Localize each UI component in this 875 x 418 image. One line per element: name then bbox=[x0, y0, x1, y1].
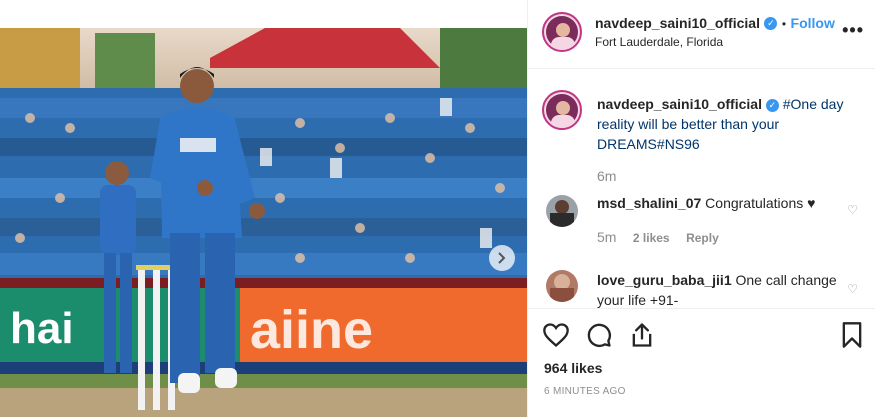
next-image-button[interactable] bbox=[489, 245, 515, 271]
reply-button[interactable]: Reply bbox=[686, 231, 719, 245]
post-side-panel: navdeep_saini10_official ✓ • Follow Fort… bbox=[527, 0, 875, 417]
avatar-image bbox=[546, 94, 578, 128]
comment-2: love_guru_baba_jii1 One call change your… bbox=[597, 270, 837, 308]
avatar-image bbox=[546, 16, 578, 50]
comment-likes[interactable]: 2 likes bbox=[633, 231, 670, 245]
comment-like-heart-icon[interactable]: ♡ bbox=[847, 282, 858, 296]
hashtag-link[interactable]: #NS96 bbox=[657, 136, 700, 152]
comment-text: Congratulations ♥ bbox=[705, 195, 816, 211]
comment-username[interactable]: love_guru_baba_jii1 bbox=[597, 272, 732, 288]
comment-avatar[interactable] bbox=[546, 270, 578, 302]
comment-username[interactable]: msd_shalini_07 bbox=[597, 195, 701, 211]
post-header: navdeep_saini10_official ✓ • Follow Fort… bbox=[528, 0, 875, 69]
heart-icon[interactable] bbox=[542, 321, 570, 349]
post-actions: 964 likes 6 MINUTES AGO bbox=[528, 308, 875, 418]
likes-count[interactable]: 964 likes bbox=[544, 360, 602, 376]
post-timestamp[interactable]: 6 MINUTES AGO bbox=[544, 386, 626, 397]
header-title-row: navdeep_saini10_official ✓ • Follow bbox=[595, 15, 835, 33]
verified-badge-icon: ✓ bbox=[764, 17, 778, 31]
post-photo: hai aiine bbox=[0, 28, 527, 417]
chevron-right-icon bbox=[498, 252, 506, 264]
comment-avatar[interactable] bbox=[546, 195, 578, 227]
verified-badge-icon: ✓ bbox=[765, 98, 779, 112]
comment-1-meta: 5m 2 likes Reply bbox=[597, 229, 719, 247]
header-username[interactable]: navdeep_saini10_official bbox=[595, 15, 760, 31]
svg-text:hai: hai bbox=[10, 304, 74, 353]
comment-like-heart-icon[interactable]: ♡ bbox=[847, 203, 858, 217]
comment-1: msd_shalini_07 Congratulations ♥ bbox=[597, 193, 837, 213]
comment-time[interactable]: 5m bbox=[597, 229, 616, 245]
caption-username[interactable]: navdeep_saini10_official bbox=[597, 96, 762, 112]
comment-icon[interactable] bbox=[585, 321, 613, 349]
header-separator: • bbox=[781, 17, 787, 31]
follow-button[interactable]: Follow bbox=[791, 15, 835, 31]
location-link[interactable]: Fort Lauderdale, Florida bbox=[595, 35, 723, 49]
more-options-icon[interactable]: ••• bbox=[842, 20, 864, 41]
caption-avatar[interactable] bbox=[542, 90, 582, 130]
svg-text:aiine: aiine bbox=[250, 300, 373, 360]
caption-time[interactable]: 6m bbox=[597, 168, 616, 184]
caption: navdeep_saini10_official ✓ #One day real… bbox=[597, 94, 859, 154]
bookmark-icon[interactable] bbox=[838, 321, 866, 349]
avatar[interactable] bbox=[542, 12, 582, 52]
share-icon[interactable] bbox=[628, 321, 656, 349]
post-image[interactable]: hai aiine bbox=[0, 28, 527, 417]
